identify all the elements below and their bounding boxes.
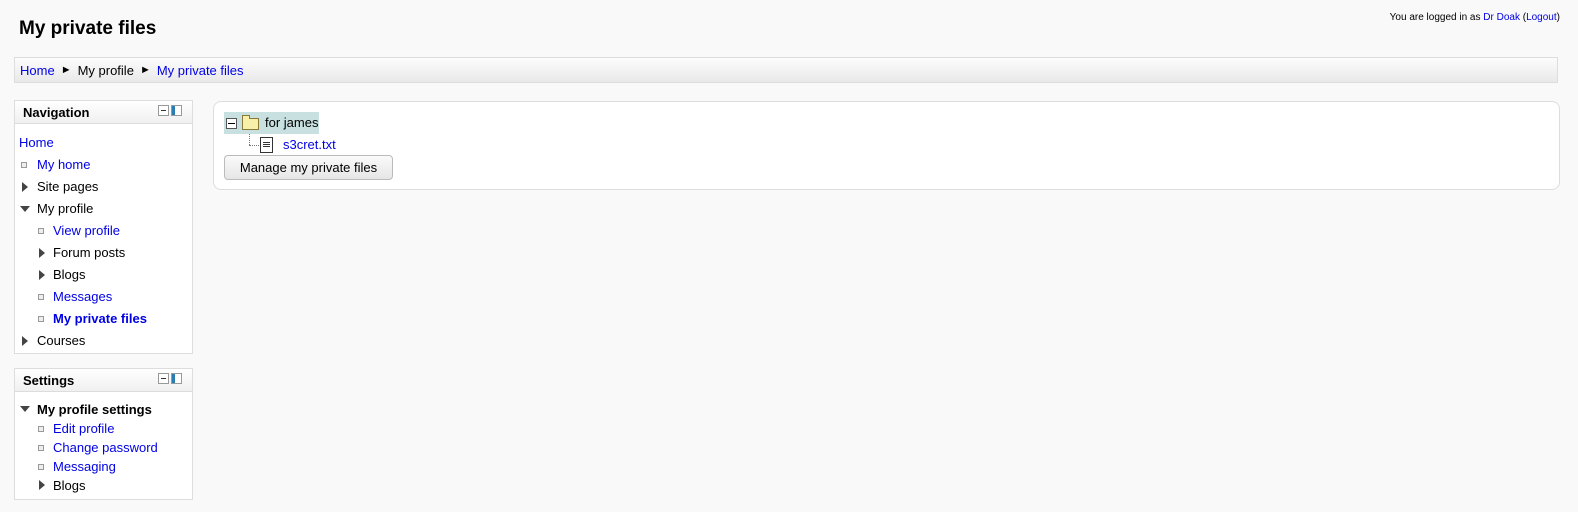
- nav-label[interactable]: Forum posts: [53, 242, 125, 264]
- breadcrumb-my-private-files[interactable]: My private files: [157, 63, 244, 78]
- expand-arrow-icon[interactable]: [22, 182, 28, 192]
- collapse-arrow-icon[interactable]: [20, 206, 30, 212]
- bullet-icon: [38, 228, 44, 234]
- settings-tree: My profile settings Edit profile Change …: [15, 392, 192, 495]
- settings-label[interactable]: Messaging: [53, 457, 116, 476]
- expand-arrow-icon[interactable]: [22, 336, 28, 346]
- block-controls: [158, 373, 182, 384]
- collapse-toggle-icon[interactable]: [226, 118, 237, 129]
- nav-item-site-pages[interactable]: Site pages: [15, 176, 192, 198]
- settings-block-title: Settings: [23, 373, 75, 388]
- manage-private-files-button[interactable]: Manage my private files: [224, 155, 393, 180]
- bullet-icon: [38, 316, 44, 322]
- nav-label-active[interactable]: My private files: [53, 308, 147, 330]
- settings-item-edit-profile[interactable]: Edit profile: [15, 419, 192, 438]
- nav-item-blogs[interactable]: Blogs: [15, 264, 192, 286]
- nav-label[interactable]: My profile: [37, 198, 93, 220]
- settings-item-my-profile-settings[interactable]: My profile settings: [15, 400, 192, 419]
- breadcrumb-home[interactable]: Home: [20, 63, 55, 78]
- expand-arrow-icon[interactable]: [39, 270, 45, 280]
- bullet-icon: [38, 426, 44, 432]
- nav-item-messages[interactable]: Messages: [15, 286, 192, 308]
- settings-label[interactable]: Edit profile: [53, 419, 114, 438]
- settings-block-header: Settings: [15, 369, 192, 392]
- navigation-block: Navigation Home My home Site pages My pr…: [14, 100, 193, 354]
- bullet-icon: [38, 445, 44, 451]
- nav-label[interactable]: Blogs: [53, 264, 86, 286]
- nav-item-my-home[interactable]: My home: [15, 154, 192, 176]
- settings-label[interactable]: Blogs: [53, 476, 86, 495]
- breadcrumb-my-profile: My profile: [77, 62, 134, 78]
- settings-item-blogs[interactable]: Blogs: [15, 476, 192, 495]
- folder-label[interactable]: for james: [265, 112, 318, 134]
- bullet-icon: [38, 294, 44, 300]
- breadcrumb-separator: ►: [139, 64, 151, 76]
- login-info: You are logged in as Dr Doak (Logout): [1389, 12, 1560, 23]
- nav-label[interactable]: My home: [37, 154, 90, 176]
- logout-link[interactable]: Logout: [1526, 12, 1557, 23]
- bullet-icon: [21, 162, 27, 168]
- settings-label[interactable]: My profile settings: [37, 400, 152, 419]
- breadcrumb: Home ► My profile ► My private files: [14, 57, 1558, 83]
- settings-block: Settings My profile settings Edit profil…: [14, 368, 193, 500]
- user-link[interactable]: Dr Doak: [1483, 12, 1520, 23]
- nav-item-courses[interactable]: Courses: [15, 330, 192, 352]
- navigation-block-title: Navigation: [23, 105, 90, 120]
- bullet-icon: [38, 464, 44, 470]
- folder-row[interactable]: for james: [224, 112, 319, 134]
- dock-icon[interactable]: [171, 373, 182, 384]
- breadcrumb-separator: ►: [60, 64, 72, 76]
- expand-arrow-icon[interactable]: [39, 480, 45, 490]
- private-files-panel: for james s3cret.txt Manage my private f…: [213, 101, 1560, 190]
- text-file-icon: [260, 137, 273, 153]
- page-title: My private files: [19, 18, 157, 39]
- nav-item-view-profile[interactable]: View profile: [15, 220, 192, 242]
- block-controls: [158, 105, 182, 116]
- nav-item-my-profile[interactable]: My profile: [15, 198, 192, 220]
- nav-label[interactable]: Site pages: [37, 176, 98, 198]
- nav-label[interactable]: Home: [19, 132, 54, 154]
- minimize-icon[interactable]: [158, 373, 169, 384]
- nav-label[interactable]: View profile: [53, 220, 120, 242]
- navigation-tree: Home My home Site pages My profile View …: [15, 124, 192, 352]
- minimize-icon[interactable]: [158, 105, 169, 116]
- nav-item-forum-posts[interactable]: Forum posts: [15, 242, 192, 264]
- settings-item-messaging[interactable]: Messaging: [15, 457, 192, 476]
- dock-icon[interactable]: [171, 105, 182, 116]
- tree-connector: [249, 134, 250, 145]
- nav-item-home[interactable]: Home: [15, 132, 192, 154]
- nav-label[interactable]: Messages: [53, 286, 112, 308]
- nav-label[interactable]: Courses: [37, 330, 85, 352]
- nav-item-my-private-files[interactable]: My private files: [15, 308, 192, 330]
- folder-icon: [242, 115, 259, 130]
- settings-item-change-password[interactable]: Change password: [15, 438, 192, 457]
- tree-connector: [249, 145, 259, 146]
- login-prefix: You are logged in as: [1389, 12, 1484, 23]
- settings-label[interactable]: Change password: [53, 438, 158, 457]
- expand-arrow-icon[interactable]: [39, 248, 45, 258]
- collapse-arrow-icon[interactable]: [20, 406, 30, 412]
- navigation-block-header: Navigation: [15, 101, 192, 124]
- file-link[interactable]: s3cret.txt: [283, 137, 336, 153]
